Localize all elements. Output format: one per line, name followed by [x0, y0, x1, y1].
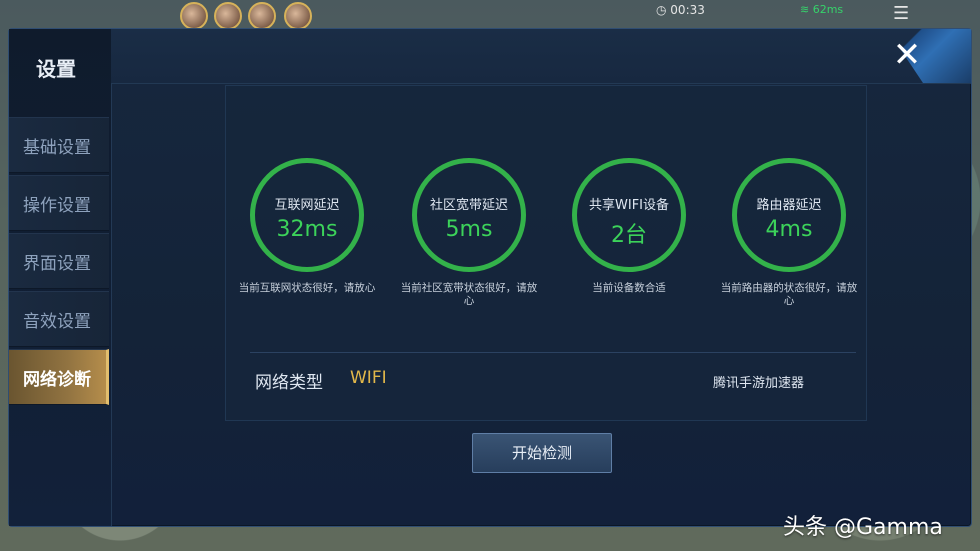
gauge-description: 当前设备数合适 — [592, 282, 666, 294]
gauge-description: 当前互联网状态很好，请放心 — [238, 282, 376, 294]
menu-icon[interactable]: ☰ — [893, 5, 909, 23]
sidebar-item-basic[interactable]: 基础设置 — [9, 117, 109, 173]
sidebar-item-interface[interactable]: 界面设置 — [9, 233, 109, 289]
hero-portrait-icon — [214, 2, 242, 30]
network-type-label: 网络类型 — [255, 373, 323, 393]
community-broadband-latency-gauge: 社区宽带延迟 5ms — [412, 158, 526, 272]
game-hud: ◷ 00:33 ≋ 62ms ☰ — [0, 0, 980, 30]
start-detection-button[interactable]: 开始检测 — [472, 433, 612, 473]
gauge-description: 当前路由器的状态很好，请放心 — [720, 282, 858, 307]
settings-dialog: 设置 基础设置 操作设置 界面设置 音效设置 网络诊断 ✕ 互联网延迟 32ms… — [8, 28, 972, 527]
gauge-description: 当前社区宽带状态很好，请放心 — [400, 282, 538, 307]
gauge-value: 4ms — [765, 217, 813, 242]
gauge-value: 2台 — [611, 223, 647, 248]
sidebar-item-network-diagnosis[interactable]: 网络诊断 — [9, 349, 109, 405]
gauge-label: 互联网延迟 — [274, 198, 340, 213]
close-button[interactable]: ✕ — [889, 37, 925, 73]
match-timer: ◷ 00:33 — [656, 3, 705, 17]
gauge-value: 5ms — [445, 217, 493, 242]
gauge-label: 共享WIFI设备 — [589, 198, 669, 213]
dialog-header: ✕ — [111, 29, 971, 84]
network-type-value: WIFI — [350, 368, 387, 388]
settings-sidebar: 设置 基础设置 操作设置 界面设置 音效设置 网络诊断 — [9, 29, 112, 526]
panel-divider — [250, 352, 856, 353]
shared-wifi-devices-gauge: 共享WIFI设备 2台 — [572, 158, 686, 272]
sidebar-item-controls[interactable]: 操作设置 — [9, 175, 109, 231]
internet-latency-gauge: 互联网延迟 32ms — [250, 158, 364, 272]
gauge-label: 路由器延迟 — [756, 198, 822, 213]
accelerator-link[interactable]: 腾讯手游加速器 — [713, 372, 804, 391]
ping-indicator: ≋ 62ms — [800, 3, 844, 16]
settings-title: 设置 — [36, 57, 76, 81]
hero-portrait-icon — [248, 2, 276, 30]
router-latency-gauge: 路由器延迟 4ms — [732, 158, 846, 272]
hero-portrait-icon — [180, 2, 208, 30]
gauge-value: 32ms — [276, 217, 338, 242]
gauge-label: 社区宽带延迟 — [429, 198, 508, 213]
watermark: 头条 @Gamma — [783, 515, 943, 540]
sidebar-item-audio[interactable]: 音效设置 — [9, 291, 109, 347]
hero-portrait-icon — [284, 2, 312, 30]
network-diagnosis-panel: 互联网延迟 32ms 当前互联网状态很好，请放心 社区宽带延迟 5ms 当前社区… — [225, 85, 867, 421]
